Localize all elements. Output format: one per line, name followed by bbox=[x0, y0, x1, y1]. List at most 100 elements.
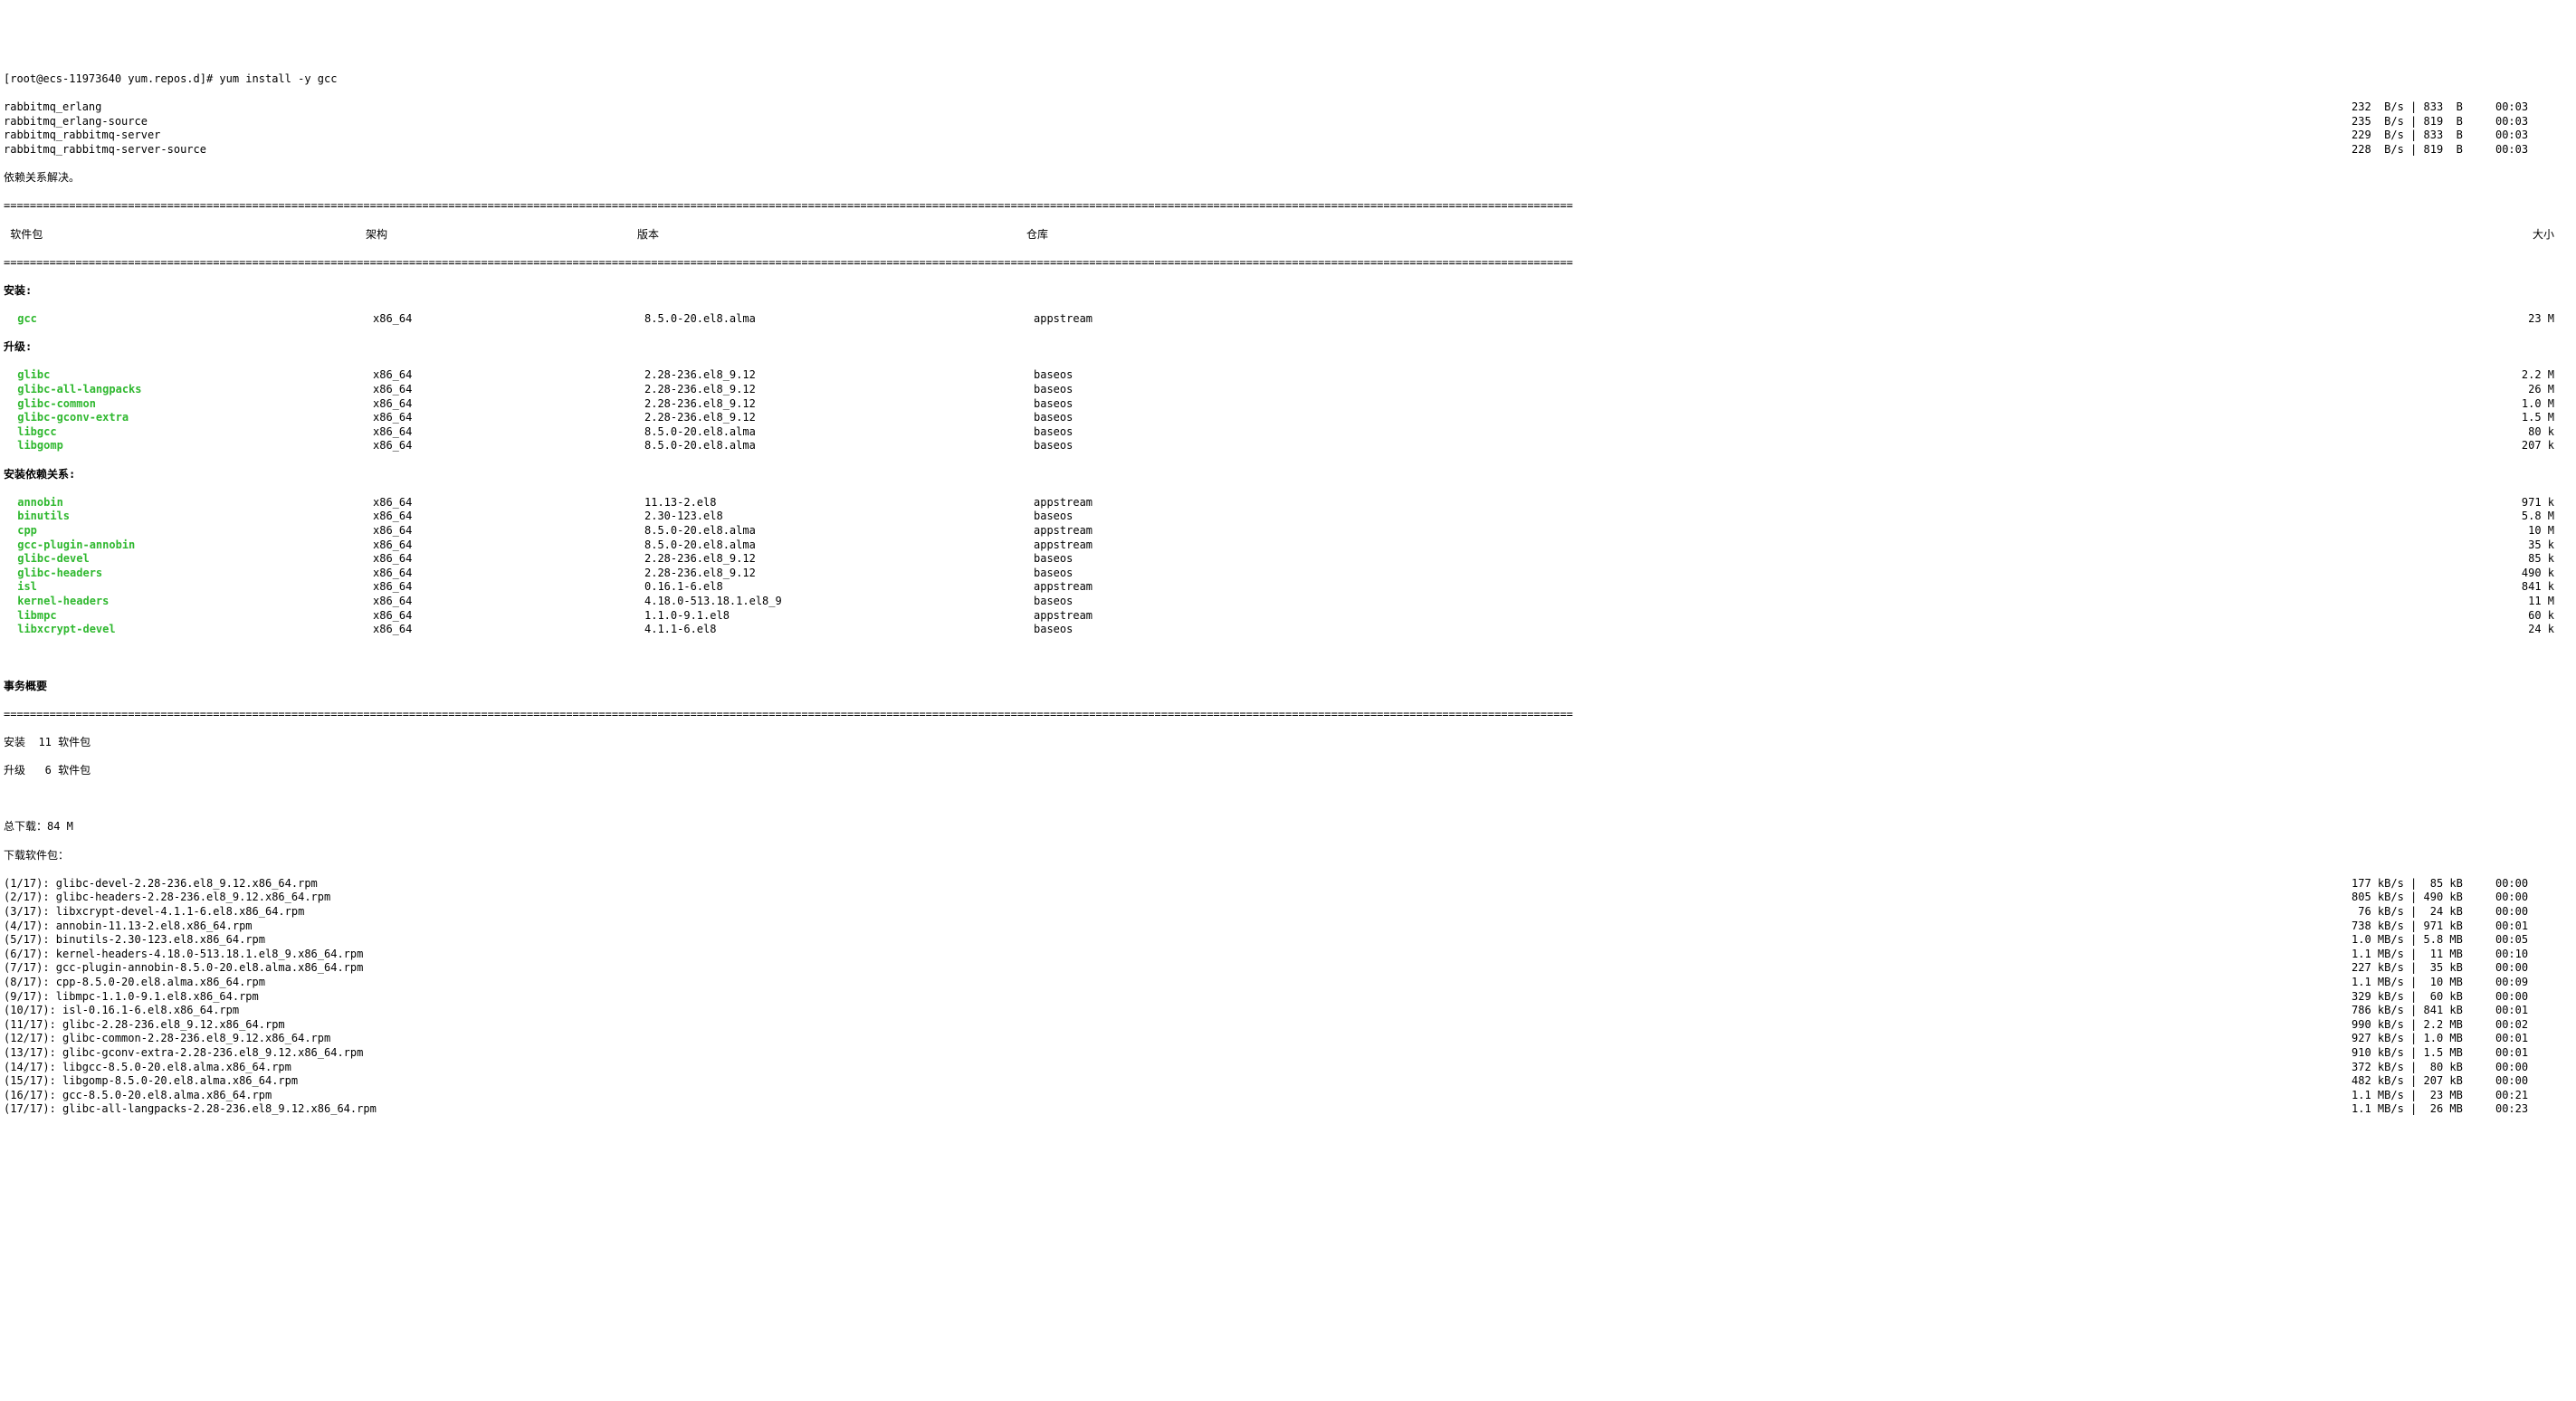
pkg-size: 490 k bbox=[1305, 567, 2572, 581]
package-row: glibc-gconv-extrax86_642.28-236.el8_9.12… bbox=[4, 411, 2572, 425]
section-install-deps: 安装依赖关系: bbox=[4, 468, 2572, 482]
pkg-size: 1.5 M bbox=[1305, 411, 2572, 425]
download-row: (6/17): kernel-headers-4.18.0-513.18.1.e… bbox=[4, 948, 2572, 962]
pkg-arch: x86_64 bbox=[373, 552, 644, 567]
pkg-name: isl bbox=[11, 580, 373, 595]
pkg-size: 971 k bbox=[1305, 496, 2572, 510]
pkg-size: 80 k bbox=[1305, 425, 2572, 440]
section-upgrade: 升级: bbox=[4, 340, 2572, 355]
section-install: 安装: bbox=[4, 284, 2572, 299]
package-row: glibc-all-langpacksx86_642.28-236.el8_9.… bbox=[4, 383, 2572, 397]
download-name: (3/17): libxcrypt-devel-4.1.1-6.el8.x86_… bbox=[4, 905, 2352, 920]
package-row: libgompx86_648.5.0-20.el8.almabaseos207 … bbox=[4, 439, 2572, 453]
separator: ========================================… bbox=[4, 256, 2572, 271]
pkg-version: 2.28-236.el8_9.12 bbox=[644, 567, 1034, 581]
pkg-repo: baseos bbox=[1034, 595, 1305, 609]
pkg-arch: x86_64 bbox=[373, 567, 644, 581]
repo-name: rabbitmq_erlang-source bbox=[4, 115, 2352, 129]
pkg-repo: baseos bbox=[1034, 411, 1305, 425]
pkg-repo: appstream bbox=[1034, 496, 1305, 510]
pkg-arch: x86_64 bbox=[373, 383, 644, 397]
download-stats: 1.1 MB/s | 23 MB 00:21 bbox=[2352, 1089, 2572, 1103]
summary-title: 事务概要 bbox=[4, 680, 2572, 694]
package-row: glibcx86_642.28-236.el8_9.12baseos2.2 M bbox=[4, 368, 2572, 383]
package-row: kernel-headersx86_644.18.0-513.18.1.el8_… bbox=[4, 595, 2572, 609]
download-stats: 1.0 MB/s | 5.8 MB 00:05 bbox=[2352, 933, 2572, 948]
package-row: libmpcx86_641.1.0-9.1.el8appstream60 k bbox=[4, 609, 2572, 624]
header-repo: 仓库 bbox=[1026, 228, 1298, 243]
pkg-repo: baseos bbox=[1034, 552, 1305, 567]
header-pkg: 软件包 bbox=[4, 228, 366, 243]
repo-name: rabbitmq_erlang bbox=[4, 100, 2352, 115]
package-row: annobinx86_6411.13-2.el8appstream971 k bbox=[4, 496, 2572, 510]
download-name: (15/17): libgomp-8.5.0-20.el8.alma.x86_6… bbox=[4, 1074, 2352, 1089]
pkg-version: 2.30-123.el8 bbox=[644, 510, 1034, 524]
download-name: (11/17): glibc-2.28-236.el8_9.12.x86_64.… bbox=[4, 1018, 2352, 1033]
download-name: (4/17): annobin-11.13-2.el8.x86_64.rpm bbox=[4, 920, 2352, 934]
pkg-repo: baseos bbox=[1034, 425, 1305, 440]
download-stats: 372 kB/s | 80 kB 00:00 bbox=[2352, 1061, 2572, 1075]
pkg-size: 1.0 M bbox=[1305, 397, 2572, 412]
repo-line: rabbitmq_rabbitmq-server-source228 B/s |… bbox=[4, 143, 2572, 157]
pkg-name: libxcrypt-devel bbox=[11, 623, 373, 637]
pkg-repo: appstream bbox=[1034, 609, 1305, 624]
download-row: (14/17): libgcc-8.5.0-20.el8.alma.x86_64… bbox=[4, 1061, 2572, 1075]
download-name: (10/17): isl-0.16.1-6.el8.x86_64.rpm bbox=[4, 1004, 2352, 1018]
package-row: binutilsx86_642.30-123.el8baseos5.8 M bbox=[4, 510, 2572, 524]
pkg-size: 2.2 M bbox=[1305, 368, 2572, 383]
pkg-version: 8.5.0-20.el8.alma bbox=[644, 439, 1034, 453]
pkg-arch: x86_64 bbox=[373, 609, 644, 624]
package-row: cppx86_648.5.0-20.el8.almaappstream10 M bbox=[4, 524, 2572, 538]
pkg-repo: appstream bbox=[1034, 524, 1305, 538]
pkg-size: 10 M bbox=[1305, 524, 2572, 538]
pkg-arch: x86_64 bbox=[373, 425, 644, 440]
pkg-repo: baseos bbox=[1034, 383, 1305, 397]
repo-name: rabbitmq_rabbitmq-server-source bbox=[4, 143, 2352, 157]
download-name: (8/17): cpp-8.5.0-20.el8.alma.x86_64.rpm bbox=[4, 976, 2352, 990]
repo-stats: 229 B/s | 833 B 00:03 bbox=[2352, 129, 2572, 143]
pkg-arch: x86_64 bbox=[373, 595, 644, 609]
pkg-repo: baseos bbox=[1034, 623, 1305, 637]
pkg-repo: appstream bbox=[1034, 580, 1305, 595]
pkg-size: 35 k bbox=[1305, 538, 2572, 553]
download-row: (12/17): glibc-common-2.28-236.el8_9.12.… bbox=[4, 1032, 2572, 1046]
download-name: (12/17): glibc-common-2.28-236.el8_9.12.… bbox=[4, 1032, 2352, 1046]
pkg-repo: baseos bbox=[1034, 397, 1305, 412]
pkg-size: 26 M bbox=[1305, 383, 2572, 397]
summary-upgrade: 升级 6 软件包 bbox=[4, 764, 2572, 778]
download-row: (5/17): binutils-2.30-123.el8.x86_64.rpm… bbox=[4, 933, 2572, 948]
download-stats: 482 kB/s | 207 kB 00:00 bbox=[2352, 1074, 2572, 1089]
download-stats: 329 kB/s | 60 kB 00:00 bbox=[2352, 990, 2572, 1005]
download-name: (2/17): glibc-headers-2.28-236.el8_9.12.… bbox=[4, 891, 2352, 905]
pkg-version: 4.1.1-6.el8 bbox=[644, 623, 1034, 637]
package-row: libxcrypt-develx86_644.1.1-6.el8baseos24… bbox=[4, 623, 2572, 637]
pkg-size: 23 M bbox=[1305, 312, 2572, 327]
download-stats: 990 kB/s | 2.2 MB 00:02 bbox=[2352, 1018, 2572, 1033]
pkg-arch: x86_64 bbox=[373, 368, 644, 383]
package-row: glibc-commonx86_642.28-236.el8_9.12baseo… bbox=[4, 397, 2572, 412]
pkg-name: glibc-devel bbox=[11, 552, 373, 567]
terminal-output[interactable]: [root@ecs-11973640 yum.repos.d]# yum ins… bbox=[4, 58, 2572, 1130]
package-row: gcc-plugin-annobinx86_648.5.0-20.el8.alm… bbox=[4, 538, 2572, 553]
download-name: (1/17): glibc-devel-2.28-236.el8_9.12.x8… bbox=[4, 877, 2352, 891]
separator: ========================================… bbox=[4, 199, 2572, 214]
download-stats: 805 kB/s | 490 kB 00:00 bbox=[2352, 891, 2572, 905]
header-ver: 版本 bbox=[637, 228, 1026, 243]
download-row: (1/17): glibc-devel-2.28-236.el8_9.12.x8… bbox=[4, 877, 2572, 891]
package-row: glibc-headersx86_642.28-236.el8_9.12base… bbox=[4, 567, 2572, 581]
pkg-name: libgomp bbox=[11, 439, 373, 453]
pkg-size: 207 k bbox=[1305, 439, 2572, 453]
pkg-name: libmpc bbox=[11, 609, 373, 624]
download-stats: 786 kB/s | 841 kB 00:01 bbox=[2352, 1004, 2572, 1018]
pkg-version: 2.28-236.el8_9.12 bbox=[644, 368, 1034, 383]
pkg-size: 841 k bbox=[1305, 580, 2572, 595]
download-stats: 910 kB/s | 1.5 MB 00:01 bbox=[2352, 1046, 2572, 1061]
repo-stats: 232 B/s | 833 B 00:03 bbox=[2352, 100, 2572, 115]
download-stats: 227 kB/s | 35 kB 00:00 bbox=[2352, 961, 2572, 976]
pkg-name: kernel-headers bbox=[11, 595, 373, 609]
pkg-name: glibc-all-langpacks bbox=[11, 383, 373, 397]
pkg-size: 60 k bbox=[1305, 609, 2572, 624]
download-row: (11/17): glibc-2.28-236.el8_9.12.x86_64.… bbox=[4, 1018, 2572, 1033]
download-row: (7/17): gcc-plugin-annobin-8.5.0-20.el8.… bbox=[4, 961, 2572, 976]
table-header: 软件包架构版本仓库大小 bbox=[4, 228, 2572, 243]
